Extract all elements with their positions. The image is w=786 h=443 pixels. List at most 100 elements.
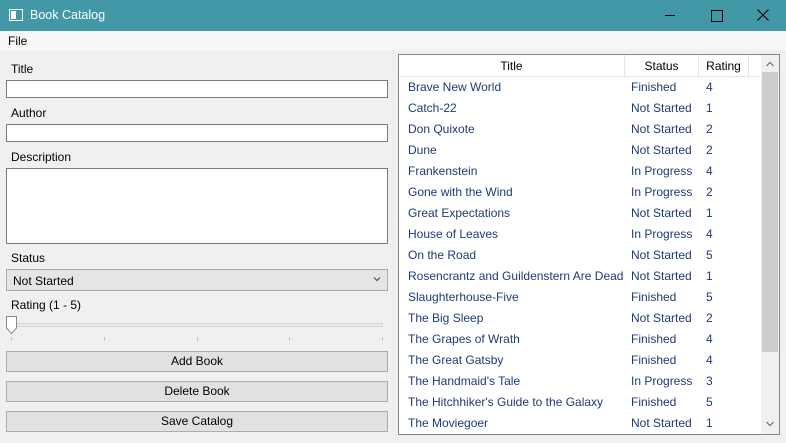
cell-rating: 4 bbox=[706, 227, 713, 241]
rating-label: Rating (1 - 5) bbox=[11, 298, 82, 312]
cell-title: Gone with the Wind bbox=[408, 185, 513, 199]
title-bar: Book Catalog bbox=[0, 0, 786, 31]
cell-status: In Progress bbox=[631, 227, 693, 241]
scrollbar-thumb[interactable] bbox=[762, 72, 778, 352]
table-row[interactable]: Catch-22 Not Started 1 bbox=[399, 98, 761, 119]
cell-status: In Progress bbox=[631, 164, 693, 178]
menu-file[interactable]: File bbox=[8, 34, 27, 48]
table-row[interactable]: Rosencrantz and Guildenstern Are Dead Not… bbox=[399, 266, 761, 287]
cell-rating: 2 bbox=[706, 185, 713, 199]
cell-rating: 5 bbox=[706, 290, 713, 304]
cell-title: House of Leaves bbox=[408, 227, 499, 241]
table-row[interactable]: Great Expectations Not Started 1 bbox=[399, 203, 761, 224]
table-row[interactable]: The Handmaid's Tale In Progress 3 bbox=[399, 371, 761, 392]
cell-status: Not Started bbox=[631, 248, 692, 262]
cell-status: Finished bbox=[631, 332, 677, 346]
cell-rating: 4 bbox=[706, 80, 713, 94]
cell-title: Frankenstein bbox=[408, 164, 478, 178]
table-row[interactable]: Frankenstein In Progress 4 bbox=[399, 161, 761, 182]
minimize-button[interactable] bbox=[647, 0, 693, 31]
cell-status: Not Started bbox=[631, 143, 692, 157]
table-row[interactable]: Don Quixote Not Started 2 bbox=[399, 119, 761, 140]
table-row[interactable]: On the Road Not Started 5 bbox=[399, 245, 761, 266]
cell-title: Rosencrantz and Guildenstern Are Dead bbox=[408, 269, 624, 283]
cell-status: Not Started bbox=[631, 101, 692, 115]
cell-title: The Moviegoer bbox=[408, 416, 489, 430]
cell-rating: 2 bbox=[706, 122, 713, 136]
author-label: Author bbox=[11, 106, 47, 120]
save-catalog-button[interactable]: Save Catalog bbox=[6, 411, 388, 432]
cell-status: Finished bbox=[631, 395, 677, 409]
cell-rating: 4 bbox=[706, 353, 713, 367]
column-header-rating[interactable]: Rating bbox=[699, 55, 749, 77]
add-book-button[interactable]: Add Book bbox=[6, 351, 388, 372]
author-input[interactable] bbox=[6, 124, 388, 142]
cell-rating: 1 bbox=[706, 101, 713, 115]
cell-rating: 4 bbox=[706, 164, 713, 178]
close-icon bbox=[757, 9, 769, 21]
cell-title: The Hitchhiker's Guide to the Galaxy bbox=[408, 395, 604, 409]
table-row[interactable]: Gone with the Wind In Progress 2 bbox=[399, 182, 761, 203]
rating-tick bbox=[382, 337, 383, 341]
scroll-up-arrow-icon[interactable] bbox=[766, 61, 774, 67]
cell-title: Slaughterhouse-Five bbox=[408, 290, 519, 304]
title-label: Title bbox=[11, 62, 34, 76]
list-header: Title Status Rating bbox=[399, 55, 761, 77]
app-window-icon bbox=[9, 9, 23, 21]
rating-tick bbox=[289, 337, 290, 341]
cell-title: Don Quixote bbox=[408, 122, 475, 136]
scroll-down-arrow-icon[interactable] bbox=[766, 421, 774, 427]
cell-status: Finished bbox=[631, 290, 677, 304]
cell-title: Catch-22 bbox=[408, 101, 457, 115]
rating-slider-track[interactable] bbox=[6, 323, 383, 327]
description-label: Description bbox=[11, 150, 72, 164]
table-row[interactable]: Dune Not Started 2 bbox=[399, 140, 761, 161]
status-dropdown[interactable]: Not Started bbox=[6, 269, 388, 291]
close-button[interactable] bbox=[740, 0, 786, 31]
cell-rating: 1 bbox=[706, 416, 713, 430]
cell-status: Finished bbox=[631, 80, 677, 94]
cell-rating: 2 bbox=[706, 143, 713, 157]
table-row[interactable]: Brave New World Finished 4 bbox=[399, 77, 761, 98]
cell-title: Brave New World bbox=[408, 80, 502, 94]
table-row[interactable]: The Moviegoer Not Started 1 bbox=[399, 413, 761, 434]
cell-status: Finished bbox=[631, 353, 677, 367]
cell-status: Not Started bbox=[631, 416, 692, 430]
table-row[interactable]: House of Leaves In Progress 4 bbox=[399, 224, 761, 245]
cell-status: In Progress bbox=[631, 374, 693, 388]
rating-tick bbox=[104, 337, 105, 341]
table-row[interactable]: The Big Sleep Not Started 2 bbox=[399, 308, 761, 329]
delete-book-button[interactable]: Delete Book bbox=[6, 381, 388, 402]
cell-rating: 4 bbox=[706, 332, 713, 346]
column-header-status[interactable]: Status bbox=[625, 55, 699, 77]
rating-slider-thumb[interactable] bbox=[6, 316, 17, 334]
cell-status: Not Started bbox=[631, 122, 692, 136]
window-title: Book Catalog bbox=[30, 8, 106, 22]
table-row[interactable]: The Great Gatsby Finished 4 bbox=[399, 350, 761, 371]
cell-title: Dune bbox=[408, 143, 437, 157]
cell-rating: 5 bbox=[706, 248, 713, 262]
menu-bar: File bbox=[0, 31, 786, 50]
cell-status: Not Started bbox=[631, 311, 692, 325]
cell-title: The Big Sleep bbox=[408, 311, 484, 325]
chevron-down-icon bbox=[373, 277, 381, 282]
table-row[interactable]: The Grapes of Wrath Finished 4 bbox=[399, 329, 761, 350]
column-header-title[interactable]: Title bbox=[399, 55, 625, 77]
book-list[interactable]: Title Status Rating Brave New World Finis… bbox=[398, 54, 780, 435]
cell-rating: 2 bbox=[706, 311, 713, 325]
rating-tick bbox=[11, 337, 12, 341]
cell-status: Not Started bbox=[631, 269, 692, 283]
description-textarea[interactable] bbox=[6, 168, 388, 244]
cell-status: Not Started bbox=[631, 206, 692, 220]
table-row[interactable]: The Hitchhiker's Guide to the Galaxy Fini… bbox=[399, 392, 761, 413]
cell-status: In Progress bbox=[631, 185, 693, 199]
table-row[interactable]: Slaughterhouse-Five Finished 5 bbox=[399, 287, 761, 308]
cell-title: The Grapes of Wrath bbox=[408, 332, 520, 346]
rating-tick bbox=[197, 337, 198, 341]
cell-rating: 1 bbox=[706, 269, 713, 283]
maximize-button[interactable] bbox=[693, 0, 739, 31]
vertical-scrollbar[interactable] bbox=[761, 55, 779, 434]
cell-title: On the Road bbox=[408, 248, 477, 262]
title-input[interactable] bbox=[6, 80, 388, 98]
cell-title: The Great Gatsby bbox=[408, 353, 504, 367]
